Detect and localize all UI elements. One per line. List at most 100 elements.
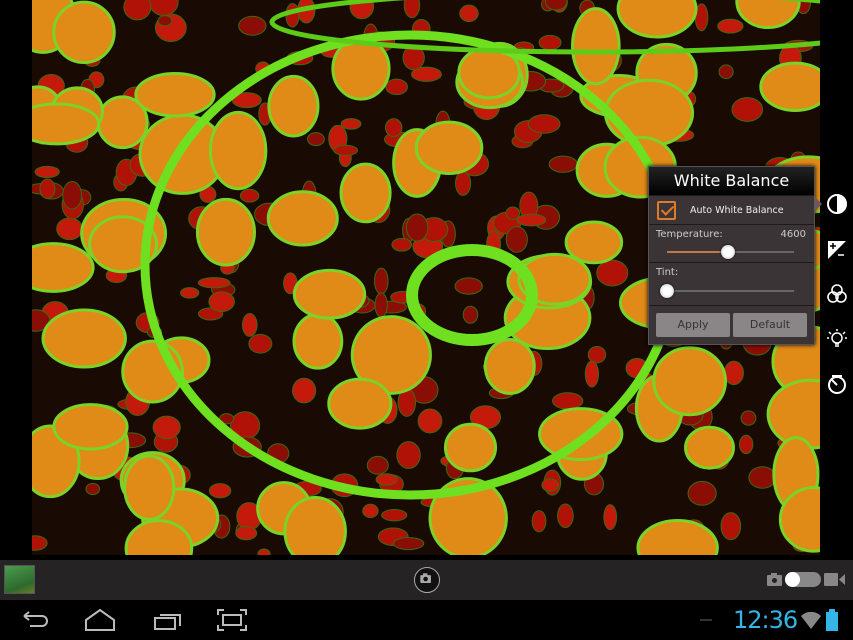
photo-mode-icon xyxy=(767,573,782,586)
oocyte-cell xyxy=(684,425,735,470)
tool-sidebar xyxy=(820,0,853,555)
red-cell xyxy=(374,292,388,318)
screenshot-icon[interactable] xyxy=(216,608,248,632)
red-cell xyxy=(557,503,574,529)
red-cell xyxy=(34,165,60,179)
camera-icon xyxy=(420,573,431,584)
auto-white-balance-checkbox[interactable] xyxy=(657,200,676,220)
white-balance-panel: White Balance Auto White Balance Tempera… xyxy=(648,166,815,345)
red-cell xyxy=(723,360,744,386)
red-cell xyxy=(459,4,479,23)
oocyte-cell xyxy=(443,422,498,473)
contrast-icon[interactable] xyxy=(826,193,848,215)
tint-control: Tint: xyxy=(649,263,814,306)
temperature-label: Temperature: xyxy=(656,229,723,240)
red-cell xyxy=(731,97,764,122)
red-cell xyxy=(527,114,561,134)
tint-slider-knob[interactable] xyxy=(660,284,674,298)
red-cell xyxy=(373,267,389,295)
color-channels-icon[interactable] xyxy=(826,283,848,305)
red-cell xyxy=(738,434,754,455)
red-cell xyxy=(362,503,379,519)
capture-button[interactable] xyxy=(414,567,440,593)
temperature-slider-fill xyxy=(667,251,728,253)
red-cell xyxy=(123,0,152,21)
auto-white-balance-label: Auto White Balance xyxy=(690,204,784,216)
home-icon[interactable] xyxy=(84,608,116,632)
red-cell xyxy=(505,226,528,253)
oocyte-cell xyxy=(636,518,719,555)
oocyte-cell xyxy=(32,242,95,293)
oocyte-cell xyxy=(266,190,339,247)
apply-button[interactable]: Apply xyxy=(656,313,730,337)
red-cell xyxy=(718,64,734,80)
red-cell xyxy=(241,313,258,337)
red-cell xyxy=(197,277,231,289)
red-cell xyxy=(248,333,273,354)
red-cell xyxy=(541,478,559,492)
back-icon[interactable] xyxy=(16,610,50,632)
exposure-icon[interactable] xyxy=(826,239,848,261)
red-cell xyxy=(454,277,483,295)
red-cell xyxy=(239,188,260,203)
timer-icon[interactable] xyxy=(826,373,848,395)
recent-apps-icon[interactable] xyxy=(153,608,185,632)
red-cell xyxy=(548,155,578,173)
red-cell xyxy=(391,237,413,252)
red-cell xyxy=(740,410,757,426)
battery-icon xyxy=(826,609,838,631)
red-cell xyxy=(385,78,408,96)
temperature-slider-knob[interactable] xyxy=(720,245,735,259)
panel-title: White Balance xyxy=(649,167,814,196)
red-cell xyxy=(717,18,744,34)
red-cell xyxy=(333,144,359,156)
red-cell xyxy=(375,473,398,486)
red-cell xyxy=(366,455,389,475)
oocyte-cell xyxy=(267,74,320,138)
oocyte-cell xyxy=(208,110,268,191)
oocyte-cell xyxy=(52,0,116,65)
photo-video-toggle[interactable] xyxy=(785,572,821,587)
brightness-icon[interactable] xyxy=(826,328,848,350)
oocyte-cell xyxy=(41,308,127,369)
oocyte-cell xyxy=(327,377,393,430)
temperature-slider[interactable] xyxy=(667,245,794,259)
red-cell xyxy=(531,510,547,533)
red-cell xyxy=(340,118,362,130)
oocyte-cell xyxy=(483,337,536,395)
red-cell xyxy=(603,504,618,531)
red-cell xyxy=(56,217,83,241)
oocyte-cell xyxy=(134,71,216,118)
tint-slider[interactable] xyxy=(660,284,794,298)
red-cell xyxy=(157,15,173,27)
red-cell xyxy=(85,482,101,496)
red-cell xyxy=(148,0,179,17)
system-nav-bar: 12:36 xyxy=(0,600,853,640)
panel-pointer-icon xyxy=(814,196,822,212)
oocyte-cell xyxy=(652,346,727,417)
red-cell xyxy=(381,508,408,522)
oocyte-cell xyxy=(339,162,392,224)
gallery-thumbnail[interactable] xyxy=(4,565,35,594)
oocyte-cell xyxy=(616,0,698,39)
red-cell xyxy=(62,180,83,210)
red-cell xyxy=(405,213,429,242)
red-cell xyxy=(396,441,421,469)
red-cell xyxy=(291,377,317,404)
oocyte-cell xyxy=(123,454,176,521)
status-clock: 12:36 xyxy=(733,606,798,634)
red-cell xyxy=(516,213,547,227)
red-cell xyxy=(257,548,271,555)
red-cell xyxy=(596,259,629,287)
red-cell xyxy=(462,305,479,324)
red-cell xyxy=(551,392,584,410)
red-cell xyxy=(32,535,48,551)
red-cell xyxy=(584,360,599,388)
default-button[interactable]: Default xyxy=(733,313,807,337)
red-cell xyxy=(208,291,235,313)
capture-bar xyxy=(0,560,853,600)
red-cell xyxy=(384,118,403,137)
auto-white-balance-row[interactable]: Auto White Balance xyxy=(649,196,814,225)
red-cell xyxy=(538,34,562,51)
red-cell xyxy=(392,536,425,551)
